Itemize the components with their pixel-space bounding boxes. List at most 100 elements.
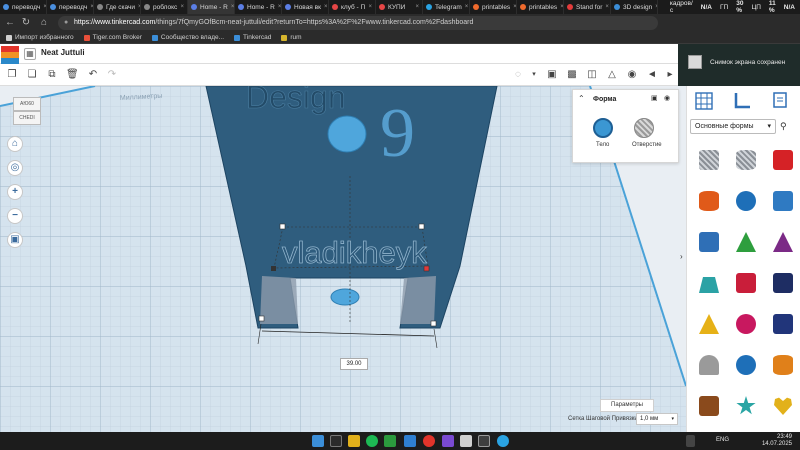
parameters-button[interactable]: Параметры xyxy=(600,399,654,412)
chevron-down-icon[interactable]: ▾ xyxy=(528,69,540,81)
bookmark-item[interactable]: rum xyxy=(281,34,302,41)
search-icon[interactable]: ⚲ xyxy=(780,121,787,132)
close-tab-icon[interactable]: × xyxy=(605,4,609,10)
zoom-out-icon[interactable]: − xyxy=(7,208,23,224)
telegram-icon[interactable] xyxy=(497,435,509,447)
solid-button[interactable] xyxy=(593,118,613,138)
language-indicator[interactable]: ENG xyxy=(716,437,729,443)
zoom-in-icon[interactable]: + xyxy=(7,184,23,200)
browser-tab[interactable]: Новая вк × xyxy=(282,0,329,14)
shape-torus-icon[interactable] xyxy=(734,353,758,377)
screenshot-notification[interactable]: Снимок экрана сохранен xyxy=(678,44,800,86)
mirror-icon[interactable]: △ xyxy=(606,69,618,81)
edge-icon[interactable] xyxy=(404,435,416,447)
dimension-value[interactable]: 39.00 xyxy=(340,358,368,370)
bookmark-item[interactable]: Сообщество владе... xyxy=(151,34,224,41)
lock-icon[interactable]: ▣ xyxy=(651,94,658,102)
paste-icon[interactable]: ❏ xyxy=(26,69,38,81)
browser-tab[interactable]: клуб - П × xyxy=(329,0,376,14)
start-icon[interactable] xyxy=(312,435,324,447)
tray-overflow-icon[interactable] xyxy=(686,435,695,447)
browser-tab[interactable]: Где скачи× xyxy=(94,0,141,14)
shape-half-sphere-icon[interactable] xyxy=(734,312,758,336)
browser-tab[interactable]: 3D design× xyxy=(611,0,658,14)
shape-pyramid-yellow-icon[interactable] xyxy=(697,312,721,336)
explorer-icon[interactable] xyxy=(348,435,360,447)
shape-box-icon[interactable] xyxy=(771,148,795,172)
app-icon[interactable] xyxy=(478,435,490,447)
browser-tab[interactable]: Telegram × xyxy=(423,0,470,14)
shape-heart-icon[interactable] xyxy=(771,394,795,418)
ruler-icon[interactable]: ▸ xyxy=(664,69,676,81)
shape-block-icon[interactable] xyxy=(771,271,795,295)
app-icon[interactable] xyxy=(384,435,396,447)
panel-collapse-icon[interactable]: › xyxy=(680,252,683,261)
browser-tab[interactable]: Stand for × xyxy=(564,0,611,14)
spotify-icon[interactable] xyxy=(366,435,378,447)
align-icon[interactable]: ◫ xyxy=(586,69,598,81)
duplicate-icon[interactable]: ⧉ xyxy=(46,69,58,81)
notes-icon[interactable] xyxy=(771,92,789,110)
bookmark-item[interactable]: Tinkercad xyxy=(234,34,271,41)
shape-cone-icon[interactable] xyxy=(771,230,795,254)
collapse-icon[interactable]: ⌃ xyxy=(578,94,585,103)
close-tab-icon[interactable]: × xyxy=(415,4,419,10)
ortho-view-icon[interactable]: ▣ xyxy=(7,232,23,248)
shape-sphere-icon[interactable] xyxy=(734,189,758,213)
reload-icon[interactable]: ↻ xyxy=(20,17,32,29)
app-icon[interactable] xyxy=(442,435,454,447)
shape-polygon-icon[interactable] xyxy=(771,312,795,336)
resize-handle[interactable] xyxy=(418,223,425,230)
workplane-grid-icon[interactable] xyxy=(695,92,713,110)
shape-pyramid-icon[interactable] xyxy=(734,230,758,254)
shape-text-icon[interactable] xyxy=(697,230,721,254)
shape-box-hole-icon[interactable] xyxy=(697,148,721,172)
browser-tab[interactable]: переводч × xyxy=(47,0,94,14)
browser-tab[interactable]: Home - R × xyxy=(188,0,235,14)
resize-handle[interactable] xyxy=(279,223,286,230)
bookmark-item[interactable]: Tiger.com Broker xyxy=(83,34,142,41)
clock[interactable]: 23:49 14.07.2025 xyxy=(762,434,792,448)
delete-icon[interactable]: 🗑 xyxy=(66,69,79,81)
light-bulb-icon[interactable]: ◌ xyxy=(512,69,524,81)
bookmark-item[interactable]: Импорт избранного xyxy=(6,34,74,41)
browser-tab[interactable]: printables × xyxy=(517,0,564,14)
close-tab-icon[interactable]: × xyxy=(231,4,234,10)
resize-handle[interactable] xyxy=(271,266,276,271)
back-icon[interactable]: ← xyxy=(4,17,16,29)
ruler-tool-icon[interactable] xyxy=(733,92,751,110)
grid-menu-icon[interactable]: ▦ xyxy=(24,48,36,60)
shape-category-select[interactable]: Основные формы ▾ xyxy=(690,119,776,134)
shape-star-icon[interactable] xyxy=(734,394,758,418)
browser-tab[interactable]: КУПИ × xyxy=(376,0,423,14)
shape-paraboloid-icon[interactable] xyxy=(697,353,721,377)
dimension-handle[interactable] xyxy=(430,320,437,327)
close-tab-icon[interactable]: × xyxy=(180,4,184,10)
home-view-icon[interactable]: ⌂ xyxy=(7,136,23,152)
url-field[interactable]: ● https://www.tinkercad.com/things/7fQmy… xyxy=(58,16,658,30)
grid-snap-select[interactable]: 1,0 мм ▾ xyxy=(636,413,678,425)
viewcube-top[interactable]: AЮ60 xyxy=(13,97,41,111)
shape-tube-icon[interactable] xyxy=(771,353,795,377)
close-tab-icon[interactable]: × xyxy=(368,4,372,10)
browser-tab[interactable]: переводч × xyxy=(0,0,47,14)
group-icon[interactable]: ▣ xyxy=(546,69,558,81)
close-tab-icon[interactable]: × xyxy=(278,4,281,10)
shape-scribble-icon[interactable] xyxy=(771,189,795,213)
close-tab-icon[interactable]: × xyxy=(324,4,328,10)
fit-view-icon[interactable]: ◎ xyxy=(7,160,23,176)
viewcube-front[interactable]: CHEDI xyxy=(13,111,41,125)
cruise-icon[interactable]: ◉ xyxy=(626,69,638,81)
shape-rock-icon[interactable] xyxy=(697,394,721,418)
close-tab-icon[interactable]: × xyxy=(655,4,657,10)
hole-button[interactable] xyxy=(634,118,654,138)
shape-roof-icon[interactable] xyxy=(697,271,721,295)
selected-text-object[interactable]: vladikheyk xyxy=(282,235,428,271)
recording-icon[interactable] xyxy=(423,435,435,447)
dimension-handle[interactable] xyxy=(258,315,265,322)
task-view-icon[interactable] xyxy=(330,435,342,447)
visibility-icon[interactable]: ◉ xyxy=(664,94,670,102)
ungroup-icon[interactable]: ▩ xyxy=(566,69,578,81)
undo-icon[interactable]: ↶ xyxy=(87,69,99,81)
shape-cylinder-icon[interactable] xyxy=(697,189,721,213)
